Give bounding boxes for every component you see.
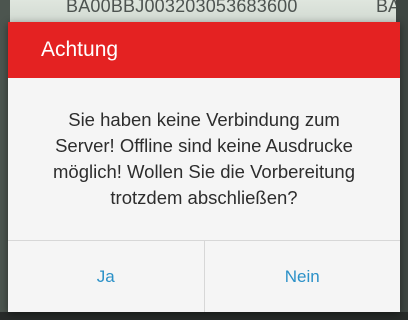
dialog-body: Sie haben keine Verbindung zum Server! O…: [8, 78, 400, 240]
background-bottom-shadow: [0, 312, 408, 320]
dialog-actions: Ja Nein: [8, 240, 400, 312]
device-screen: BA00BBJ003203053683600 BA Achtung Sie ha…: [0, 0, 408, 320]
no-button[interactable]: Nein: [205, 241, 401, 312]
background-id-text: BA00BBJ003203053683600: [66, 0, 298, 16]
dialog-title: Achtung: [41, 38, 119, 61]
dialog-header: Achtung: [8, 22, 400, 78]
dialog-message: Sie haben keine Verbindung zum Server! O…: [53, 109, 355, 208]
yes-button[interactable]: Ja: [8, 241, 204, 312]
warning-dialog: Achtung Sie haben keine Verbindung zum S…: [8, 22, 400, 312]
